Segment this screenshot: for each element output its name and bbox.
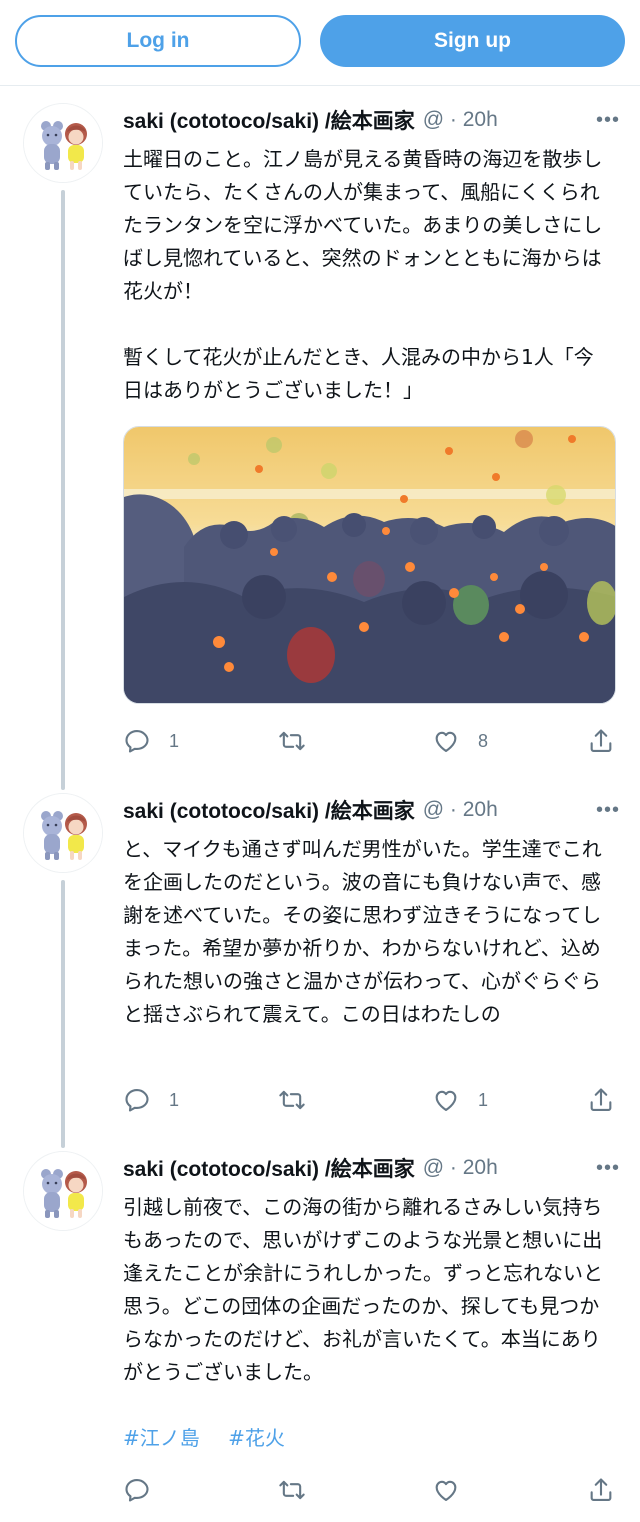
reply-count: 1 [169, 1089, 180, 1110]
author-name[interactable]: saki (cototoco/saki) /絵本画家 [123, 105, 415, 135]
retweet-icon [278, 1476, 306, 1504]
tweet-actions: 1 1 [123, 1084, 618, 1116]
share-icon [587, 727, 615, 755]
heart-icon [432, 727, 460, 755]
like-button[interactable] [432, 1474, 478, 1506]
tweet-actions: 1 8 [123, 725, 618, 757]
more-icon[interactable]: ••• [593, 794, 623, 826]
tweet-text: 引越し前夜で、この海の街から離れるさみしい気持ちもあったので、思いがけずこのよう… [123, 1195, 603, 1384]
tweet-meta: @ · 20h [422, 108, 498, 131]
avatar-image [24, 794, 103, 873]
avatar[interactable] [23, 793, 103, 873]
hashtag-link[interactable]: #花火 [228, 1426, 285, 1450]
tweet-text: 土曜日のこと。江ノ島が見える黄昏時の海辺を散歩していたら、たくさんの人が集まって… [123, 147, 603, 402]
lanterns-illustration [124, 427, 615, 703]
share-button[interactable] [587, 1084, 615, 1116]
share-icon [587, 1476, 615, 1504]
tweet-2[interactable]: saki (cototoco/saki) /絵本画家 @ · 20h ••• と… [0, 790, 640, 1148]
tweet-header: saki (cototoco/saki) /絵本画家 @ · 20h ••• [123, 794, 623, 826]
author-name[interactable]: saki (cototoco/saki) /絵本画家 [123, 795, 415, 825]
reply-icon [123, 727, 151, 755]
avatar[interactable] [23, 103, 103, 183]
tweet-meta: @ · 20h [422, 798, 498, 821]
reply-icon [123, 1476, 151, 1504]
thread-line [61, 880, 65, 1148]
reply-icon [123, 1086, 151, 1114]
tweet-1[interactable]: saki (cototoco/saki) /絵本画家 @ · 20h ••• 土… [0, 0, 640, 790]
retweet-icon [278, 1086, 306, 1114]
author-name[interactable]: saki (cototoco/saki) /絵本画家 [123, 1153, 415, 1183]
tweet-3[interactable]: saki (cototoco/saki) /絵本画家 @ · 20h ••• 引… [0, 1148, 640, 1522]
heart-icon [432, 1086, 460, 1114]
tweet-meta: @ · 20h [422, 1156, 498, 1179]
tweet-header: saki (cototoco/saki) /絵本画家 @ · 20h ••• [123, 104, 623, 136]
avatar[interactable] [23, 1151, 103, 1231]
like-count: 1 [478, 1089, 489, 1110]
avatar-image [24, 104, 103, 183]
like-count: 8 [478, 730, 489, 751]
hashtags: #江ノ島 #花火 [123, 1422, 307, 1451]
reply-button[interactable] [123, 1474, 169, 1506]
share-button[interactable] [587, 725, 615, 757]
retweet-icon [278, 727, 306, 755]
more-icon[interactable]: ••• [593, 1152, 623, 1184]
retweet-button[interactable] [278, 1474, 324, 1506]
reply-count: 1 [169, 730, 180, 751]
avatar-image [24, 1152, 103, 1231]
reply-button[interactable]: 1 [123, 1084, 179, 1116]
thread-line [61, 190, 65, 790]
more-icon[interactable]: ••• [593, 104, 623, 136]
tweet-text: と、マイクも通さず叫んだ男性がいた。学生達でこれを企画したのだという。波の音にも… [123, 837, 602, 1026]
share-button[interactable] [587, 1474, 615, 1506]
heart-icon [432, 1476, 460, 1504]
retweet-button[interactable] [278, 725, 324, 757]
retweet-button[interactable] [278, 1084, 324, 1116]
hashtag-link[interactable]: #江ノ島 [123, 1426, 200, 1450]
like-button[interactable]: 8 [432, 725, 488, 757]
tweet-header: saki (cototoco/saki) /絵本画家 @ · 20h ••• [123, 1152, 623, 1184]
tweet-actions [123, 1474, 618, 1506]
tweet-image[interactable] [123, 426, 616, 704]
share-icon [587, 1086, 615, 1114]
reply-button[interactable]: 1 [123, 725, 179, 757]
like-button[interactable]: 1 [432, 1084, 488, 1116]
